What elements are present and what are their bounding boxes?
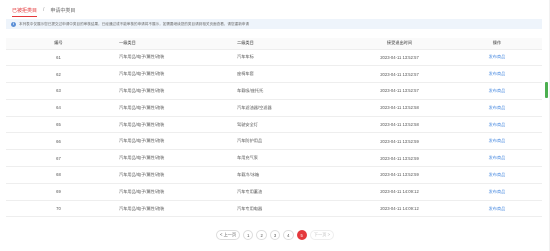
publish-product-link[interactable]: 发布商品 [489,138,506,143]
page-button-5-current[interactable]: 5 [296,230,307,240]
table-row: 67 汽车用品/电子/属性/改装 车用充气泵 2023-04-11 13:52:… [6,149,542,168]
table-row: 64 汽车用品/电子/属性/改装 汽车滤油器/空滤器 2023-04-11 13… [6,99,542,117]
table-row: 68 汽车用品/电子/属性/改装 车载冷/冰箱 2023-04-11 13:52… [6,166,542,184]
table-row: 61 汽车用品/电子/属性/改装 汽车车标 2023-04-11 13:52:5… [6,49,542,67]
cell-level2-category: 汽车车标 [229,49,347,67]
category-table: 编号 一级类目 二级类目 接受退出时间 操作 61 汽车用品/电子/属性/改装 … [6,38,542,218]
cell-action: 发布商品 [452,200,542,218]
cell-action: 发布商品 [452,49,542,67]
cell-time: 2023-04-11 13:52:58 [347,99,452,117]
publish-product-link[interactable]: 发布商品 [489,54,506,59]
page-button-4[interactable]: 4 [283,230,294,240]
header-id: 编号 [6,38,111,50]
cell-action: 发布商品 [452,166,542,184]
publish-product-link[interactable]: 发布商品 [489,155,506,160]
cell-action: 发布商品 [452,65,542,84]
publish-product-link[interactable]: 发布商品 [489,88,506,93]
cell-action: 发布商品 [452,116,542,134]
next-page-button[interactable]: 下一页 > [309,230,335,240]
cell-level1-category: 汽车用品/电子/属性/改装 [111,149,229,168]
cell-level2-category: 驾驶安全灯 [229,116,347,134]
table-row: 69 汽车用品/电子/属性/改装 汽车专用蓄油 2023-04-11 14:09… [6,183,542,201]
cell-level2-category: 汽车专用蓄油 [229,183,347,201]
cell-id: 65 [6,116,111,134]
page-button-1[interactable]: 1 [243,230,254,240]
breadcrumb: 已被拒类目 / 申请中类目 [12,5,75,17]
publish-product-link[interactable]: 发布商品 [489,206,506,211]
notice-banner: i 本列表中仅展示您已提交过申请中类目的审核结果，已经通过或不能审核的申请将不展… [6,19,542,29]
cell-time: 2023-04-11 13:52:57 [347,65,452,84]
page-button-2[interactable]: 2 [256,230,267,240]
publish-product-link[interactable]: 发布商品 [489,105,506,110]
cell-id: 67 [6,149,111,168]
header-level2-category: 二级类目 [229,38,347,50]
side-indicator-marker [545,82,548,98]
cell-id: 62 [6,65,111,84]
cell-id: 66 [6,132,111,151]
cell-level1-category: 汽车用品/电子/属性/改装 [111,99,229,117]
header-level1-category: 一级类目 [111,38,229,50]
table-row: 65 汽车用品/电子/属性/改装 驾驶安全灯 2023-04-11 13:52:… [6,116,542,134]
header-time: 接受退出时间 [347,38,452,50]
notice-text: 本列表中仅展示您已提交过申请中类目的审核结果，已经通过或不能审核的申请将不展示，… [19,21,249,26]
publish-product-link[interactable]: 发布商品 [489,189,506,194]
cell-level1-category: 汽车用品/电子/属性/改装 [111,200,229,218]
table-row: 70 汽车用品/电子/属性/改装 汽车专用电器 2023-04-11 14:09… [6,200,542,218]
cell-time: 2023-04-11 13:52:59 [347,166,452,184]
cell-level1-category: 汽车用品/电子/属性/改装 [111,49,229,67]
cell-level2-category: 车载冷/冰箱 [229,166,347,184]
cell-time: 2023-04-11 13:52:57 [347,82,452,100]
table-row: 66 汽车用品/电子/属性/改装 汽车防护用品 2023-04-11 13:52… [6,132,542,151]
info-icon: i [11,21,16,27]
publish-product-link[interactable]: 发布商品 [489,122,506,127]
cell-time: 2023-04-11 14:09:12 [347,200,452,218]
page-button-3[interactable]: 3 [269,230,281,240]
cell-level1-category: 汽车用品/电子/属性/改装 [111,82,229,100]
table-row: 63 汽车用品/电子/属性/改装 车载吸/座托托 2023-04-11 13:5… [6,82,542,100]
cell-level2-category: 车用充气泵 [229,149,347,168]
cell-level2-category: 汽车防护用品 [229,132,347,151]
pagination: < 上一页 1 2 3 4 5 下一页 > [0,230,550,240]
table-row: 62 汽车用品/电子/属性/改装 座椅车套 2023-04-11 13:52:5… [6,65,542,84]
cell-time: 2023-04-11 13:52:58 [347,116,452,134]
cell-action: 发布商品 [452,99,542,117]
cell-time: 2023-04-11 13:52:57 [347,49,452,67]
publish-product-link[interactable]: 发布商品 [489,71,506,76]
cell-level1-category: 汽车用品/电子/属性/改装 [111,116,229,134]
cell-level1-category: 汽车用品/电子/属性/改装 [111,65,229,84]
cell-id: 70 [6,200,111,218]
cell-time: 2023-04-11 13:52:59 [347,149,452,168]
breadcrumb-rejected-categories[interactable]: 已被拒类目 [12,7,38,17]
cell-time: 2023-04-11 14:09:12 [347,183,452,201]
cell-id: 68 [6,166,111,184]
cell-action: 发布商品 [452,149,542,168]
cell-action: 发布商品 [452,183,542,201]
table-header-row: 编号 一级类目 二级类目 接受退出时间 操作 [6,38,542,50]
cell-id: 61 [6,49,111,67]
publish-product-link[interactable]: 发布商品 [489,172,506,177]
cell-level2-category: 车载吸/座托托 [229,82,347,100]
breadcrumb-separator: / [43,7,45,13]
header-action: 操作 [452,38,542,50]
cell-action: 发布商品 [452,82,542,100]
cell-time: 2023-04-11 13:52:59 [347,132,452,151]
cell-level2-category: 汽车滤油器/空滤器 [229,99,347,117]
breadcrumb-pending-categories[interactable]: 申请中类目 [50,7,75,14]
prev-page-button[interactable]: < 上一页 [215,230,241,240]
cell-level1-category: 汽车用品/电子/属性/改装 [111,132,229,151]
cell-level1-category: 汽车用品/电子/属性/改装 [111,166,229,184]
cell-id: 64 [6,99,111,117]
cell-action: 发布商品 [452,132,542,151]
cell-id: 69 [6,183,111,201]
cell-level2-category: 座椅车套 [229,65,347,84]
cell-level1-category: 汽车用品/电子/属性/改装 [111,183,229,201]
cell-level2-category: 汽车专用电器 [229,200,347,218]
cell-id: 63 [6,82,111,100]
